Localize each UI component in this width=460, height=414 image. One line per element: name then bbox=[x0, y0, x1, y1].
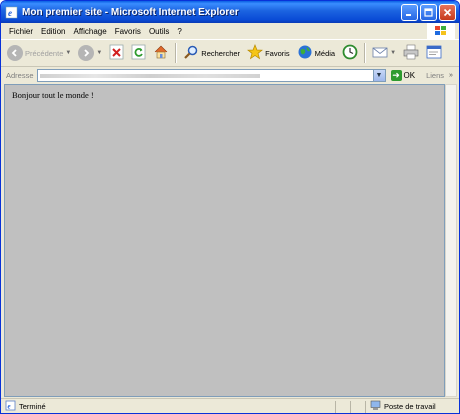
windows-logo bbox=[427, 23, 455, 39]
back-label: Précédente bbox=[25, 48, 64, 58]
links-chevron-icon[interactable]: » bbox=[449, 72, 453, 79]
media-globe-icon bbox=[297, 44, 313, 62]
svg-text:e: e bbox=[8, 403, 11, 411]
go-label: OK bbox=[403, 71, 416, 80]
status-cell bbox=[335, 400, 350, 413]
page-content[interactable]: Bonjour tout le monde ! bbox=[4, 84, 445, 397]
stop-button[interactable] bbox=[107, 42, 126, 64]
back-arrow-icon bbox=[7, 45, 23, 61]
refresh-button[interactable] bbox=[129, 42, 148, 64]
search-button[interactable]: Rechercher bbox=[181, 42, 242, 64]
status-main: e Terminé bbox=[1, 400, 335, 413]
star-icon bbox=[247, 44, 264, 62]
search-icon bbox=[183, 44, 199, 62]
address-bar: Adresse ▼ ➜ OK Liens » bbox=[1, 67, 459, 84]
forward-arrow-icon bbox=[78, 45, 95, 61]
status-text: Terminé bbox=[19, 402, 46, 411]
go-button[interactable]: ➜ OK bbox=[390, 70, 416, 81]
svg-text:e: e bbox=[8, 8, 12, 18]
edit-page-icon bbox=[426, 44, 442, 62]
favorites-button[interactable]: Favoris bbox=[245, 42, 292, 64]
status-zone-label: Poste de travail bbox=[384, 402, 436, 411]
status-cell bbox=[350, 400, 365, 413]
home-icon bbox=[153, 44, 169, 62]
title-bar[interactable]: e Mon premier site - Microsoft Internet … bbox=[1, 1, 459, 23]
menu-bar: Fichier Edition Affichage Favoris Outils… bbox=[1, 23, 459, 40]
history-clock-icon bbox=[342, 44, 358, 62]
printer-icon bbox=[403, 44, 419, 62]
mail-icon bbox=[372, 45, 388, 61]
edit-button[interactable] bbox=[424, 42, 444, 64]
page-done-icon: e bbox=[5, 400, 16, 413]
address-input[interactable]: ▼ bbox=[36, 69, 386, 82]
mail-button[interactable]: ▼ bbox=[370, 42, 398, 64]
vertical-scrollbar[interactable] bbox=[445, 84, 457, 397]
favorites-label: Favoris bbox=[265, 48, 290, 58]
links-label[interactable]: Liens bbox=[426, 71, 444, 80]
forward-button[interactable]: ▼ bbox=[76, 42, 104, 64]
menu-edition[interactable]: Edition bbox=[37, 27, 69, 36]
window-title: Mon premier site - Microsoft Internet Ex… bbox=[22, 6, 239, 18]
page-text: Bonjour tout le monde ! bbox=[12, 90, 94, 100]
status-bar: e Terminé Poste de travail bbox=[1, 398, 459, 413]
address-label: Adresse bbox=[6, 71, 34, 80]
window-controls bbox=[401, 3, 459, 21]
refresh-icon bbox=[131, 44, 146, 62]
menu-help[interactable]: ? bbox=[173, 27, 185, 36]
standard-toolbar: Précédente ▼ ▼ Rechercher Favoris Média … bbox=[1, 40, 459, 67]
back-dropdown-icon[interactable]: ▼ bbox=[65, 50, 71, 56]
print-button[interactable] bbox=[401, 42, 421, 64]
stop-icon bbox=[109, 44, 124, 62]
menu-outils[interactable]: Outils bbox=[145, 27, 173, 36]
maximize-button[interactable] bbox=[420, 3, 437, 21]
menu-favoris[interactable]: Favoris bbox=[111, 27, 145, 36]
toolbar-separator-2 bbox=[364, 43, 367, 63]
toolbar-separator bbox=[175, 43, 178, 63]
ie-window: e Mon premier site - Microsoft Internet … bbox=[0, 0, 460, 414]
forward-dropdown-icon[interactable]: ▼ bbox=[96, 50, 102, 56]
menu-affichage[interactable]: Affichage bbox=[69, 27, 110, 36]
address-url-blurred bbox=[39, 73, 260, 78]
computer-zone-icon bbox=[370, 400, 381, 413]
address-dropdown-icon[interactable]: ▼ bbox=[372, 70, 385, 81]
close-button[interactable] bbox=[439, 3, 456, 21]
menu-fichier[interactable]: Fichier bbox=[5, 27, 37, 36]
history-button[interactable] bbox=[340, 42, 360, 64]
ie-icon: e bbox=[4, 5, 18, 19]
media-button[interactable]: Média bbox=[295, 42, 337, 64]
search-label: Rechercher bbox=[201, 48, 241, 58]
back-button[interactable]: Précédente ▼ bbox=[5, 42, 73, 64]
home-button[interactable] bbox=[151, 42, 171, 64]
media-label: Média bbox=[314, 48, 336, 58]
minimize-button[interactable] bbox=[401, 3, 418, 21]
mail-dropdown-icon[interactable]: ▼ bbox=[390, 50, 396, 56]
status-zone: Poste de travail bbox=[365, 400, 459, 413]
go-arrow-icon: ➜ bbox=[390, 70, 402, 81]
